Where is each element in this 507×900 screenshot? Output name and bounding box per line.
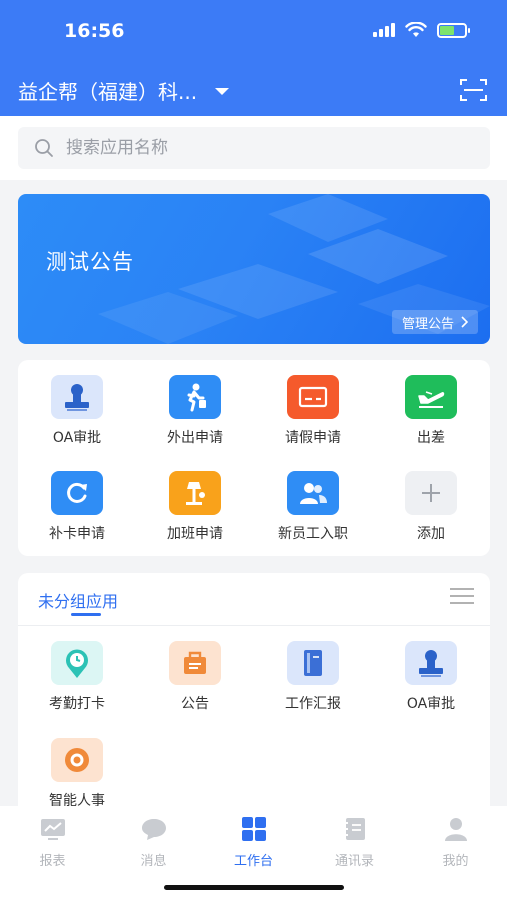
app-announcement[interactable]: 公告	[136, 641, 254, 713]
chevron-right-icon	[461, 316, 468, 328]
shortcut-label: 补卡申请	[49, 526, 105, 542]
shortcut-overtime[interactable]: 加班申请	[136, 471, 254, 543]
app-work-report[interactable]: 工作汇报	[254, 641, 372, 713]
shortcut-label: 添加	[417, 526, 445, 542]
app-label: 工作汇报	[285, 696, 341, 712]
contacts-icon	[343, 818, 365, 840]
tab-profile[interactable]: 我的	[405, 816, 506, 869]
refresh-icon	[51, 471, 103, 515]
target-icon	[51, 738, 103, 782]
search-input[interactable]	[66, 138, 446, 158]
tab-label: 我的	[442, 854, 469, 869]
report-icon	[40, 819, 65, 840]
app-label: OA审批	[406, 696, 456, 712]
shortcuts-card: OA审批 外出申请 请假申请 出差 补卡申请 加班申请 新员工入职 添加	[18, 360, 490, 556]
tab-label: 报表	[39, 854, 66, 869]
top-bar: 16:56 益企帮（福建）科...	[0, 0, 507, 116]
banner-title: 测试公告	[46, 250, 134, 274]
announcement-banner[interactable]: 测试公告 管理公告	[18, 194, 490, 344]
shortcut-leave[interactable]: 请假申请	[254, 375, 372, 447]
shortcut-onboarding[interactable]: 新员工入职	[254, 471, 372, 543]
status-icons	[373, 22, 470, 38]
bag-icon	[169, 641, 221, 685]
shortcut-label: 加班申请	[167, 526, 223, 542]
group-tab-indicator	[71, 613, 101, 616]
stamp-icon	[51, 375, 103, 419]
notebook-icon	[287, 641, 339, 685]
scan-icon[interactable]	[460, 78, 487, 102]
shortcut-label: 出差	[417, 430, 445, 446]
shortcut-outing[interactable]: 外出申请	[136, 375, 254, 447]
tab-label: 通讯录	[334, 854, 374, 869]
shortcut-label: OA审批	[52, 430, 102, 446]
search-box[interactable]	[18, 127, 490, 169]
search-section	[0, 116, 507, 180]
tab-label: 工作台	[233, 854, 273, 869]
plus-icon	[405, 471, 457, 515]
status-time: 16:56	[64, 20, 125, 42]
shortcut-label: 请假申请	[285, 430, 341, 446]
card-icon	[287, 375, 339, 419]
message-icon	[141, 819, 166, 840]
airplane-icon	[405, 375, 457, 419]
menu-icon[interactable]	[450, 587, 474, 605]
grid-icon	[241, 817, 266, 841]
manage-announcement-button[interactable]: 管理公告	[391, 310, 478, 334]
manage-announcement-label: 管理公告	[401, 316, 454, 332]
desk-lamp-icon	[169, 471, 221, 515]
company-name: 益企帮（福建）科...	[18, 80, 198, 104]
walking-person-icon	[169, 375, 221, 419]
tab-reports[interactable]: 报表	[2, 816, 103, 869]
tab-contacts[interactable]: 通讯录	[304, 816, 405, 869]
app-label: 考勤打卡	[49, 696, 105, 712]
app-smart-hr[interactable]: 智能人事	[18, 738, 136, 810]
tab-messages[interactable]: 消息	[103, 816, 204, 869]
search-icon	[35, 139, 53, 157]
group-tab[interactable]: 未分组应用	[38, 588, 118, 612]
ungrouped-apps-card: 未分组应用 考勤打卡 公告 工作汇报 OA审批 智能人事	[18, 573, 490, 813]
clock-pin-icon	[51, 641, 103, 685]
shortcut-business-trip[interactable]: 出差	[372, 375, 490, 447]
shortcut-label: 外出申请	[167, 430, 223, 446]
profile-icon	[444, 818, 467, 841]
users-icon	[287, 471, 339, 515]
app-oa-approval[interactable]: OA审批	[372, 641, 490, 713]
signal-icon	[373, 23, 395, 37]
shortcut-clock-correction[interactable]: 补卡申请	[18, 471, 136, 543]
chevron-down-icon	[215, 88, 230, 95]
home-indicator	[164, 885, 344, 890]
shortcut-label: 新员工入职	[278, 526, 348, 542]
tab-label: 消息	[140, 854, 167, 869]
wifi-icon	[405, 22, 427, 37]
tab-workbench[interactable]: 工作台	[203, 816, 304, 869]
shortcut-oa-approval[interactable]: OA审批	[18, 375, 136, 447]
divider	[18, 625, 490, 626]
battery-icon	[437, 22, 470, 38]
add-shortcut-button[interactable]: 添加	[372, 471, 490, 543]
company-selector[interactable]: 益企帮（福建）科...	[18, 76, 230, 105]
app-attendance[interactable]: 考勤打卡	[18, 641, 136, 713]
stamp-icon	[405, 641, 457, 685]
app-label: 公告	[181, 696, 209, 712]
